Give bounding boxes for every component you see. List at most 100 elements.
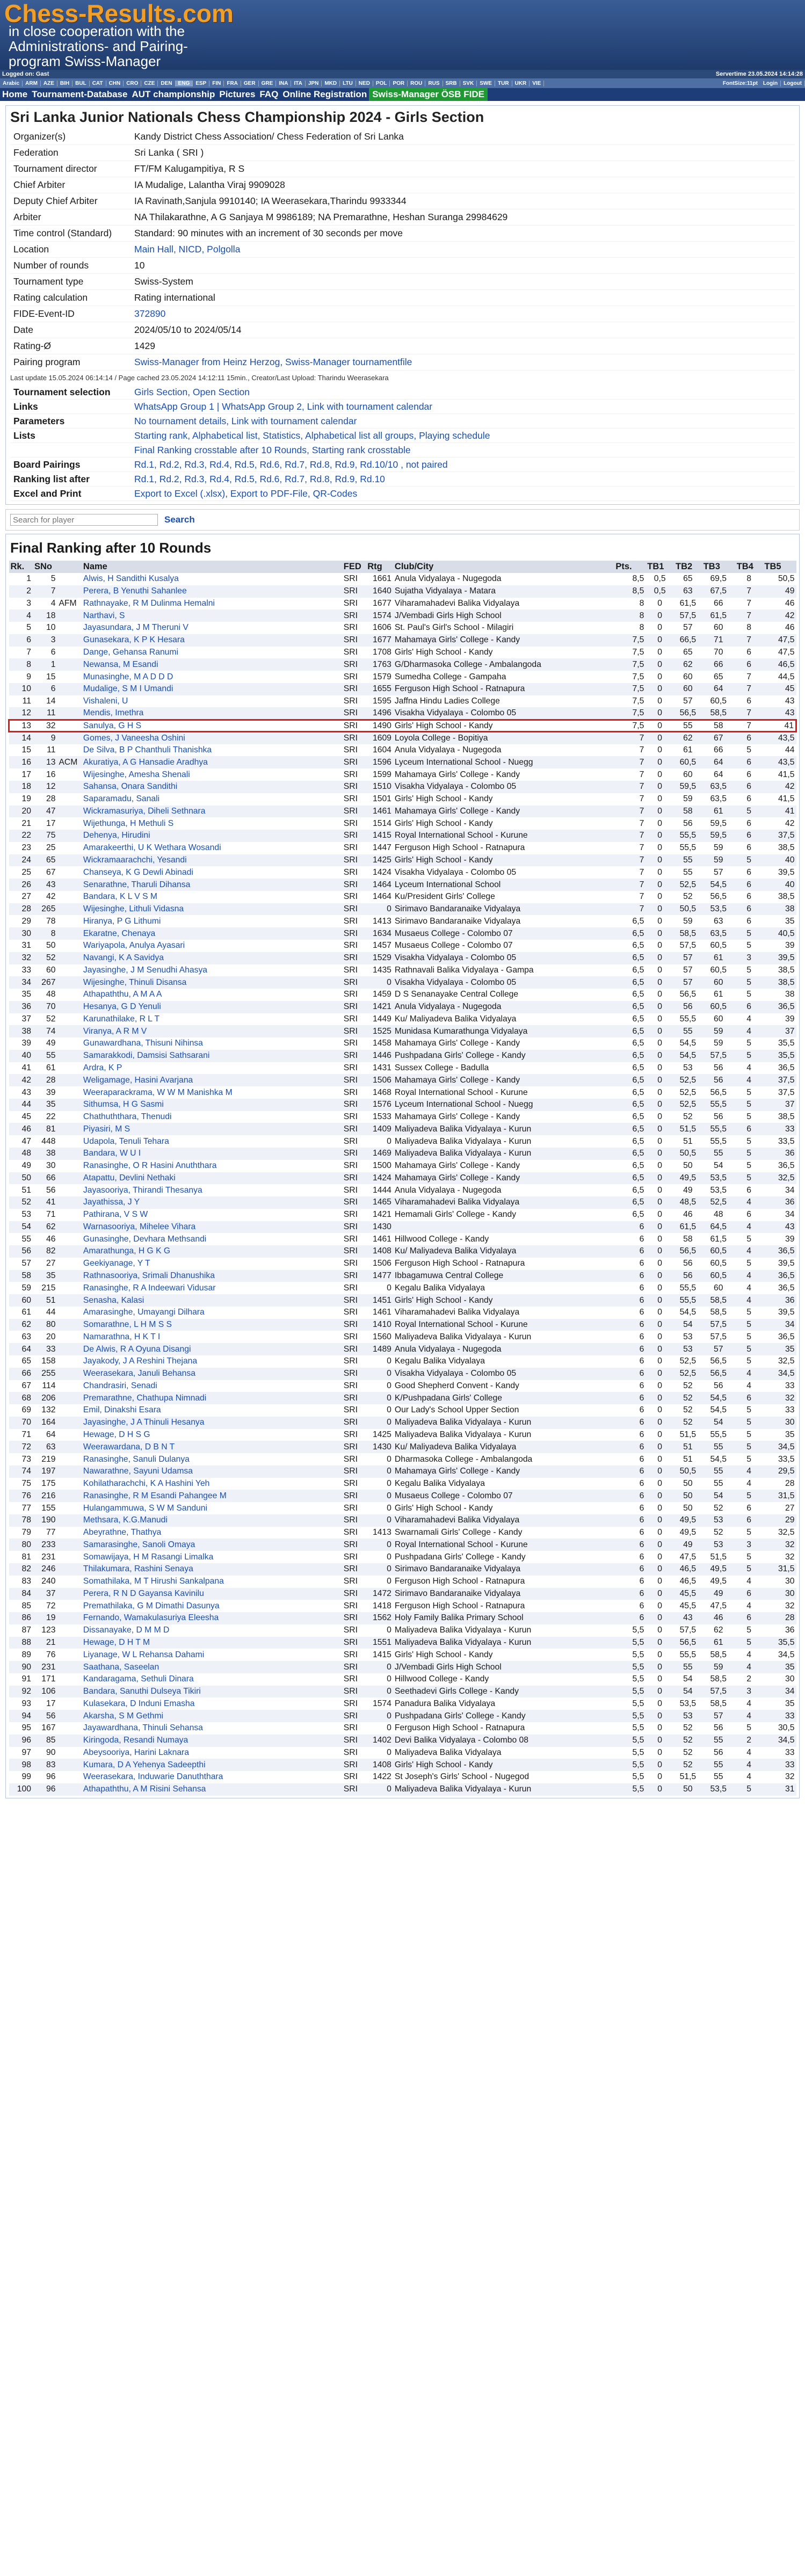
table-row[interactable]: 21 17 Wijethunga, H Methuli S SRI 1514 Girls'… [9,817,796,830]
player-name-link[interactable]: Methsara, K.G.Manudi [81,1514,342,1527]
nav-item-pictures[interactable]: Pictures [217,89,257,100]
lang-option-svk[interactable]: SVK [460,80,477,86]
player-name-link[interactable]: Gunawardhana, Thisuni Nihinsa [82,1037,342,1050]
table-row[interactable]: 46 81 Piyasiri, M S SRI 1409 Maliyadeva Balik… [9,1123,796,1136]
player-name-link[interactable]: De Silva, B P Chanthuli Thanishka [82,744,342,757]
player-name-link[interactable]: Viranya, A R M V [81,1025,342,1038]
lang-option-swe[interactable]: SWE [477,80,495,86]
table-row[interactable]: 25 67 Chanseya, K G Dewli Abinadi SRI 1424 Vi… [9,866,796,879]
table-row[interactable]: 99 96 Weerasekara, Induwarie Danuththara SR… [9,1771,796,1783]
player-name-link[interactable]: Akuratiya, A G Hansadie Aradhya [81,756,342,769]
lang-option-por[interactable]: POR [390,80,408,86]
table-row[interactable]: 81 231 Somawijaya, H M Rasangi Limalka SRI 0… [9,1551,796,1563]
table-row[interactable]: 50 66 Atapattu, Devlini Nethaki SRI 1424 Maha… [9,1172,796,1185]
link-value[interactable]: WhatsApp Group 1 | WhatsApp Group 2, Lin… [131,399,795,414]
table-row[interactable]: 38 74 Viranya, A R M V SRI 1525 Munidasa Kuma… [9,1025,796,1038]
table-row[interactable]: 78 190 Methsara, K.G.Manudi SRI 0 Viharamahad… [9,1514,796,1527]
player-name-link[interactable]: Warnasooriya, Mihelee Vihara [81,1221,342,1233]
player-name-link[interactable]: Gomes, J Vaneesha Oshini [81,731,342,744]
player-name-link[interactable]: Namarathna, H K T I [82,1331,342,1343]
table-row[interactable]: 12 11 Mendis, Imethra SRI 1496 Visakha Vidyal… [9,707,796,720]
player-name-link[interactable]: Athapaththu, A M A A [82,989,342,1001]
table-row[interactable]: 52 41 Jayathissa, J Y SRI 1465 Viharamahadevi… [9,1196,796,1209]
lang-option-den[interactable]: DEN [158,80,176,86]
player-name-link[interactable]: Weerawardana, D B N T [81,1441,342,1454]
player-name-link[interactable]: Ekaratne, Chenaya [81,927,342,940]
player-name-link[interactable]: Saparamadu, Sanali [82,793,342,806]
player-name-link[interactable]: Nawarathne, Sayuni Udamsa [81,1465,342,1478]
lang-option-aze[interactable]: AZE [41,80,57,86]
lang-option-ned[interactable]: NED [356,80,373,86]
table-row[interactable]: 60 51 Senasha, Kalasi SRI 1451 Girls' High Sc… [9,1294,796,1307]
player-name-link[interactable]: Ranasinghe, R M Esandi Pahangee M [81,1490,342,1503]
player-name-link[interactable]: Weerasekara, Induwarie Danuththara [82,1771,342,1783]
table-row[interactable]: 76 216 Ranasinghe, R M Esandi Pahangee M SR… [9,1490,796,1503]
nav-item-tournament-database[interactable]: Tournament-Database [30,89,129,100]
player-name-link[interactable]: Karunathilake, R L T [82,1013,342,1026]
table-row[interactable]: 30 8 Ekaratne, Chenaya SRI 1634 Musaeus Colle… [9,927,796,940]
player-name-link[interactable]: Somawijaya, H M Rasangi Limalka [82,1551,342,1563]
lang-option-fin[interactable]: FIN [209,80,224,86]
player-name-link[interactable]: Atapattu, Devlini Nethaki [81,1172,342,1185]
lang-option-gre[interactable]: GRE [259,80,277,86]
lang-option-esp[interactable]: ESP [193,80,210,86]
nav-item-online-registration[interactable]: Online Registration [280,89,369,100]
table-row[interactable]: 75 175 Kohilatharachchi, K A Hashini Yeh SR… [9,1478,796,1490]
table-row[interactable]: 36 70 Hesanya, G D Yenuli SRI 1421 Anula Vidy… [9,1000,796,1013]
lang-option-jpn[interactable]: JPN [306,80,322,86]
table-row[interactable]: 82 246 Thilakumara, Rashini Senaya SRI 0 Siri… [9,1563,796,1576]
table-row[interactable]: 62 80 Somarathne, L H M S S SRI 1410 Royal In… [9,1318,796,1331]
table-row[interactable]: 18 12 Sahansa, Onara Sandithi SRI 1510 Visakh… [9,781,796,793]
player-name-link[interactable]: Wijethunga, H Methuli S [82,817,342,830]
table-row[interactable]: 10 6 Mudalige, S M I Umandi SRI 1655 Ferguson… [9,683,796,695]
player-name-link[interactable]: Kandaragama, Sethuli Dinara [82,1673,342,1686]
link-value[interactable]: Rd.1, Rd.2, Rd.3, Rd.4, Rd.5, Rd.6, Rd.7… [131,471,795,487]
lang-option-fra[interactable]: FRA [224,80,241,86]
table-row[interactable]: 26 43 Senarathne, Tharuli Dihansa SRI 1464 Ly… [9,879,796,891]
table-row[interactable]: 39 49 Gunawardhana, Thisuni Nihinsa SRI 1458… [9,1037,796,1050]
player-name-link[interactable]: Ranasinghe, O R Hasini Anuththara [82,1160,342,1172]
lang-option-ger[interactable]: GER [241,80,259,86]
table-row[interactable]: 27 42 Bandara, K L V S M SRI 1464 Ku/Presiden… [9,891,796,903]
player-name-link[interactable]: Somarathne, L H M S S [81,1318,342,1331]
player-name-link[interactable]: Jayasooriya, Thirandi Thesanya [82,1184,342,1196]
nav-item-home[interactable]: Home [0,89,30,100]
player-name-link[interactable]: Wijesinghe, Lithuli Vidasna [81,903,342,916]
table-row[interactable]: 68 206 Premarathne, Chathupa Nimnadi SRI 0 K/… [9,1392,796,1405]
table-row[interactable]: 35 48 Athapaththu, A M A A SRI 1459 D S Senan… [9,989,796,1001]
table-row[interactable]: 31 50 Wariyapola, Anulya Ayasari SRI 1457 Mus… [9,940,796,952]
player-name-link[interactable]: Vishaleni, U [82,695,342,708]
player-name-link[interactable]: Somathilaka, M T Hirushi Sankalpana [82,1576,342,1588]
table-row[interactable]: 59 215 Ranasinghe, R A Indeewari Vidusar SR… [9,1282,796,1294]
nav-swiss-manager[interactable]: Swiss-Manager ÖSB FIDE [369,88,488,101]
nav-item-aut-championship[interactable]: AUT championship [129,89,217,100]
table-row[interactable]: 45 22 Chathuththara, Thenudi SRI 1533 Mahamay… [9,1111,796,1123]
player-name-link[interactable]: Kumara, D A Yehenya Sadeepthi [81,1759,342,1772]
font-size-control[interactable]: FontSize:11pt [720,81,760,86]
player-name-link[interactable]: Jayawardhana, Thinuli Sehansa [82,1722,342,1735]
player-name-link[interactable]: Bandara, Sanuthi Dulseya Tikiri [81,1685,342,1698]
player-name-link[interactable]: Senarathne, Tharuli Dihansa [81,879,342,891]
player-name-link[interactable]: Samarasinghe, Sanoli Omaya [81,1539,342,1551]
lang-option-tur[interactable]: TUR [495,80,512,86]
player-name-link[interactable]: Weerasekara, Januli Behansa [81,1367,342,1380]
info-value[interactable]: 372890 [131,306,795,322]
table-row[interactable]: 100 96 Athapaththu, A M Risini Sehansa SRI 0… [9,1783,796,1796]
player-name-link[interactable]: Chandrasiri, Senadi [82,1380,342,1392]
player-name-link[interactable]: Chanseya, K G Dewli Abinadi [82,866,342,879]
player-name-link[interactable]: Abeysooriya, Harini Laknara [82,1747,342,1759]
table-row[interactable]: 67 114 Chandrasiri, Senadi SRI 0 Good Shepher… [9,1380,796,1392]
player-name-link[interactable]: Hewage, D H T M [81,1636,342,1649]
table-row[interactable]: 96 85 Kiringoda, Resandi Numaya SRI 1402 Devi… [9,1734,796,1747]
player-name-link[interactable]: Jayathissa, J Y [81,1196,342,1209]
table-row[interactable]: 73 219 Ranasinghe, Sanuli Dulanya SRI 0 Dharm… [9,1453,796,1465]
link-value[interactable]: Starting rank, Alphabetical list, Statis… [131,428,795,443]
table-row[interactable]: 9 15 Munasinghe, M A D D D SRI 1579 Sumedha C… [9,671,796,683]
table-row[interactable]: 57 27 Geekiyanage, Y T SRI 1506 Ferguson High… [9,1258,796,1270]
lang-option-bih[interactable]: BIH [57,80,73,86]
player-name-link[interactable]: Athapaththu, A M Risini Sehansa [81,1783,342,1796]
table-row[interactable]: 4 18 Narthavi, S SRI 1574 J/Vembadi Girls Hig… [9,609,796,622]
player-name-link[interactable]: Bandara, K L V S M [82,891,342,903]
table-row[interactable]: 34 267 Wijesinghe, Thinuli Disansa SRI 0 Visa… [9,976,796,989]
table-row[interactable]: 61 44 Amarasinghe, Umayangi Dilhara SRI 1461… [9,1307,796,1319]
